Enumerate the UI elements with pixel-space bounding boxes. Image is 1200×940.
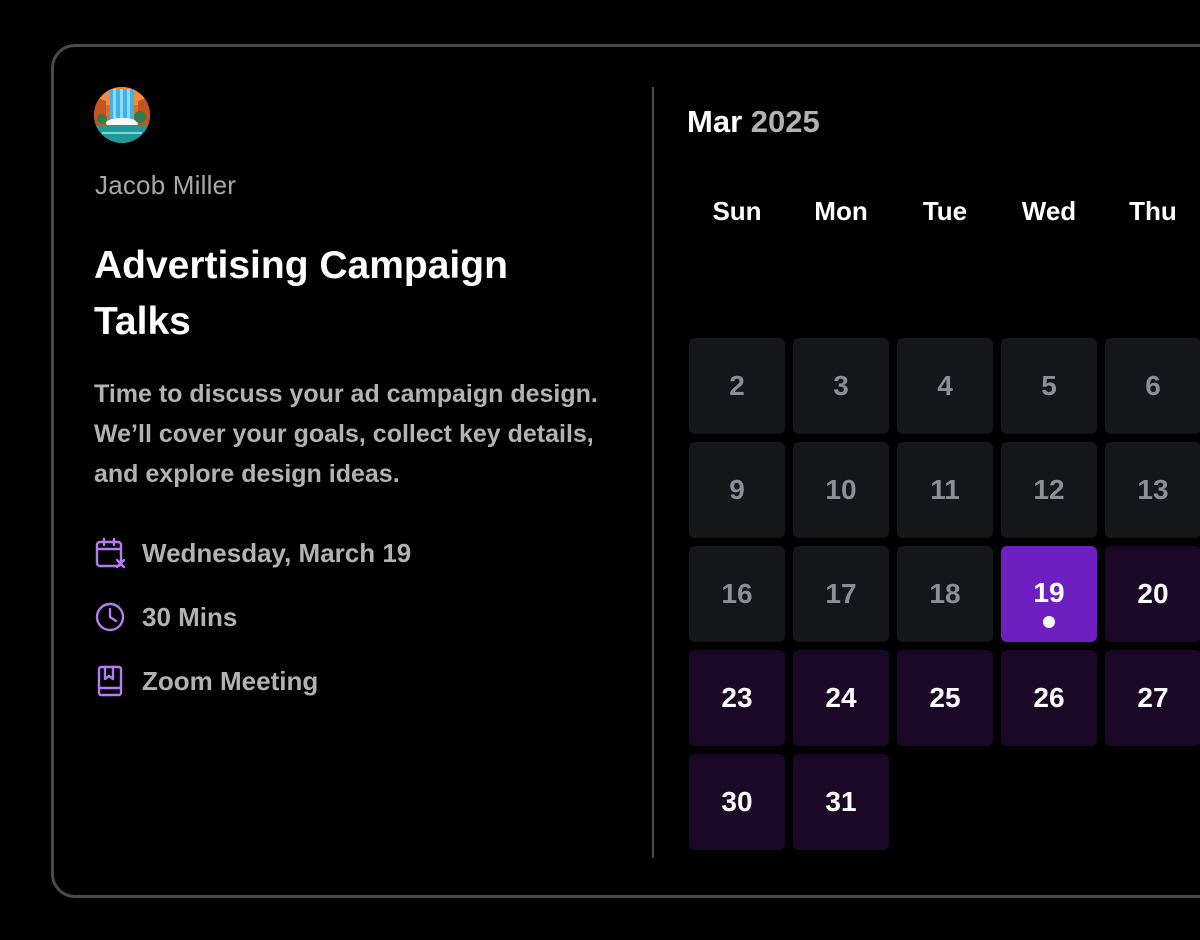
selected-day-indicator-dot (1043, 616, 1055, 628)
calendar-day-label: 24 (825, 682, 857, 713)
calendar-day-10: 10 (793, 442, 889, 538)
calendar-day-label: 20 (1137, 578, 1169, 609)
calendar-day-6: 6 (1105, 338, 1200, 434)
host-name: Jacob Miller (95, 170, 237, 200)
weekday-tue: Tue (922, 196, 968, 226)
calendar-day-label: 18 (929, 578, 961, 609)
calendar-day-label: 19 (1033, 577, 1065, 608)
calendar-day-label: 30 (721, 786, 753, 817)
calendar-day-13: 13 (1105, 442, 1200, 538)
calendar-day-31[interactable]: 31 (793, 754, 889, 850)
calendar-day-label: 12 (1033, 474, 1065, 505)
event-date-text: Wednesday, March 19 (142, 537, 412, 568)
calendar-day-12: 12 (1001, 442, 1097, 538)
clock-icon (94, 600, 128, 634)
calendar-day-label: 25 (929, 682, 961, 713)
event-description: Time to discuss your ad campaign design.… (94, 380, 598, 488)
panel-divider (652, 87, 654, 858)
calendar-day-17: 17 (793, 546, 889, 642)
calendar-day-3: 3 (793, 338, 889, 434)
calendar-day-27[interactable]: 27 (1105, 650, 1200, 746)
calendar-day-2: 2 (689, 338, 785, 434)
calendar-day-label: 6 (1145, 370, 1161, 401)
calendar-day-23[interactable]: 23 (689, 650, 785, 746)
calendar-day-16: 16 (689, 546, 785, 642)
calendar-day-5: 5 (1001, 338, 1097, 434)
event-title: Advertising Campaign Talks (94, 244, 508, 343)
calendar-day-label: 10 (825, 474, 857, 505)
weekday-sun: Sun (712, 196, 762, 226)
event-date-row: Wednesday, March 19 (94, 536, 411, 570)
calendar-day-label: 17 (825, 578, 857, 609)
calendar-day-11: 11 (897, 442, 993, 538)
calendar-x-icon (94, 536, 128, 570)
calendar-day-9: 9 (689, 442, 785, 538)
calendar-day-label: 4 (937, 370, 953, 401)
bookmark-book-icon (94, 664, 128, 698)
month-label: Mar (687, 104, 743, 139)
calendar-day-label: 16 (721, 578, 753, 609)
calendar-day-label: 26 (1033, 682, 1065, 713)
calendar-day-label: 9 (729, 474, 745, 505)
avatar (94, 87, 150, 143)
calendar-day-20[interactable]: 20 (1105, 546, 1200, 642)
calendar-day-label: 13 (1137, 474, 1169, 505)
calendar-day-label: 31 (825, 786, 857, 817)
calendar-day-label: 3 (833, 370, 849, 401)
weekday-wed: Wed (1021, 196, 1077, 226)
calendar-day-30[interactable]: 30 (689, 754, 785, 850)
weekday-mon: Mon (814, 196, 868, 226)
weekday-thu: Thu (1129, 196, 1177, 226)
calendar-day-24[interactable]: 24 (793, 650, 889, 746)
month-heading: Mar 2025 (687, 104, 820, 140)
event-location-text: Zoom Meeting (142, 665, 319, 696)
calendar-day-label: 11 (930, 474, 960, 505)
calendar-day-26[interactable]: 26 (1001, 650, 1097, 746)
calendar-day-25[interactable]: 25 (897, 650, 993, 746)
calendar-day-19[interactable]: 19 (1001, 546, 1097, 642)
waterfall-avatar-icon (94, 87, 150, 143)
year-label: 2025 (750, 104, 820, 139)
calendar-day-label: 2 (729, 370, 745, 401)
calendar-day-4: 4 (897, 338, 993, 434)
event-location-row: Zoom Meeting (94, 664, 318, 698)
event-duration-row: 30 Mins (94, 600, 237, 634)
calendar-day-18: 18 (897, 546, 993, 642)
calendar-day-label: 5 (1041, 370, 1057, 401)
calendar-day-label: 27 (1137, 682, 1169, 713)
calendar-day-label: 23 (721, 682, 753, 713)
event-duration-text: 30 Mins (142, 601, 238, 632)
